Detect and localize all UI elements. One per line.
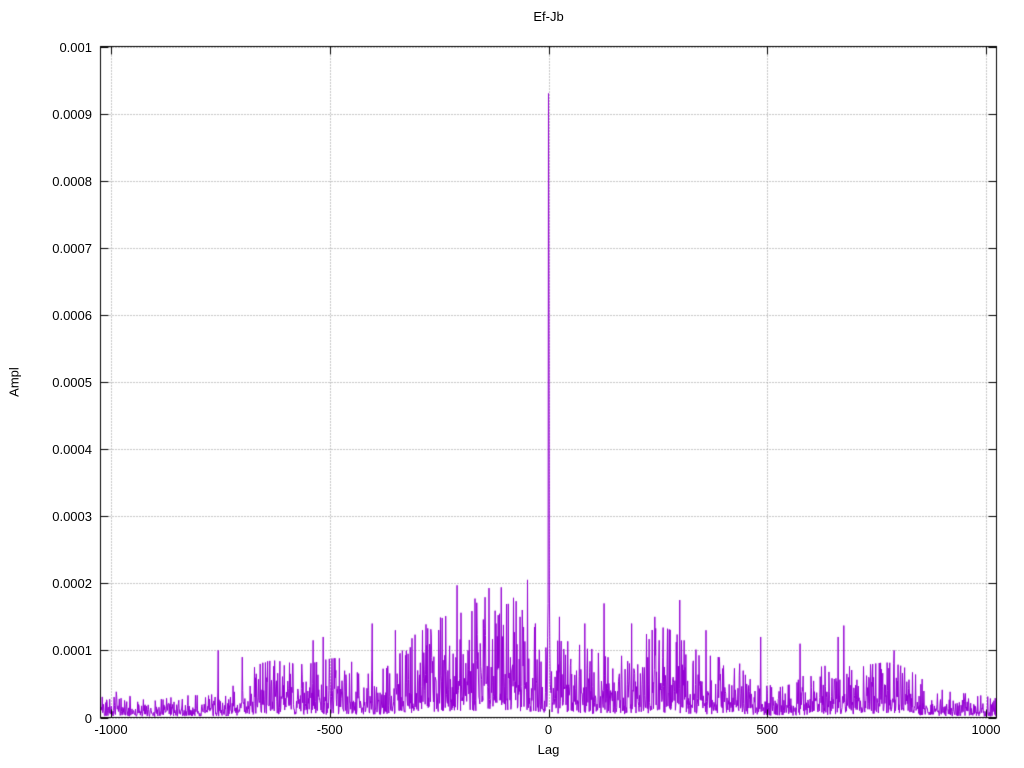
y-tick-label: 0.0009 [52, 106, 92, 122]
chart-title: Ef-Jb [533, 9, 564, 24]
y-tick-label: 0.0008 [52, 173, 92, 189]
y-tick-label: 0.001 [59, 39, 92, 55]
y-tick-label: 0.0005 [52, 375, 92, 390]
chart-figure: Ef-Jb Ampl Lag 0 0.0001 0.0002 0.0003 0.0004… [0, 0, 1024, 768]
y-tick-label: 0.0006 [52, 307, 92, 323]
x-tick-label: 0 [544, 722, 553, 737]
x-tick-label: 1000 [971, 722, 1001, 737]
plot-canvas [0, 0, 1024, 768]
x-tick-label: 500 [756, 722, 779, 737]
x-tick-label: -500 [316, 722, 343, 737]
y-tick-label: 0.0002 [52, 576, 92, 592]
y-tick-label: 0.0003 [52, 509, 92, 525]
y-tick-label: 0.0007 [52, 240, 92, 256]
y-tick-label: 0.0001 [52, 643, 92, 659]
x-tick-label: -1000 [94, 722, 128, 737]
x-axis-label: Lag [537, 742, 560, 757]
y-tick-label: 0.0004 [52, 442, 92, 458]
